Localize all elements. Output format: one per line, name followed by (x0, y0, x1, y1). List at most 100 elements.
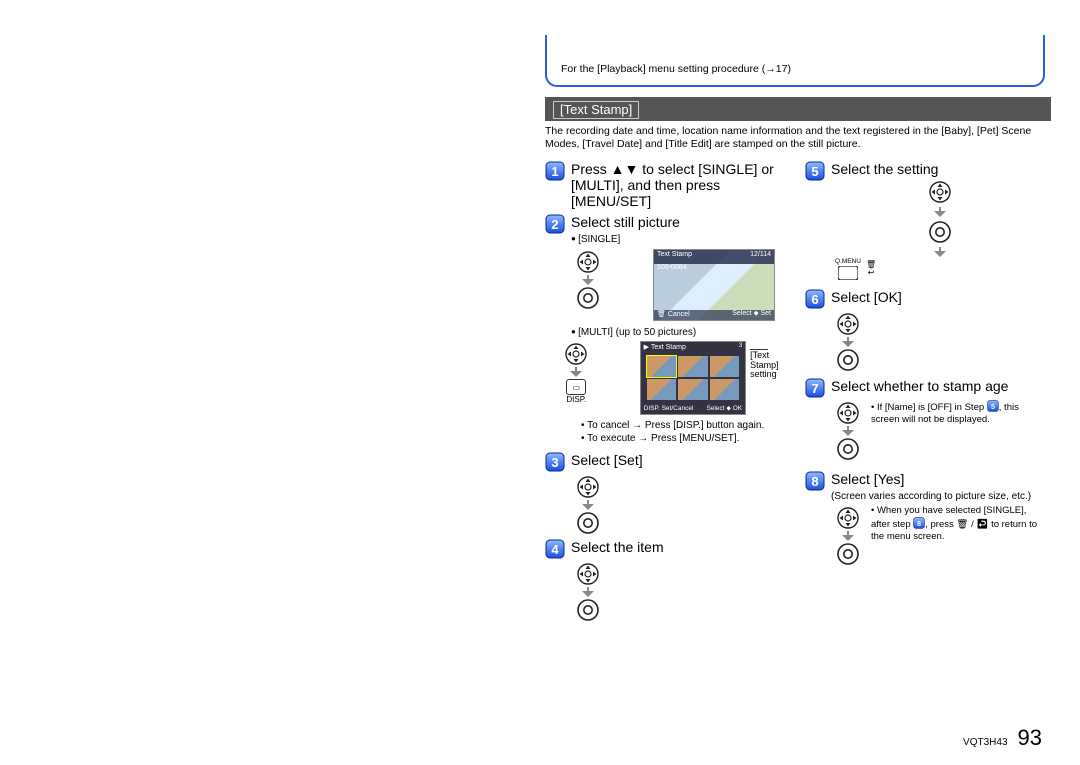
nav-step3 (575, 476, 601, 534)
manual-page: For the [Playback] menu setting procedur… (545, 35, 1045, 625)
step-7-text: Select whether to stamp age (831, 377, 1008, 394)
nav-single (575, 251, 601, 309)
svg-text:5: 5 (811, 164, 818, 179)
step-3: 3 Select [Set] (545, 451, 785, 472)
nav-step8 (835, 507, 861, 565)
step-badge-3-icon: 3 (545, 452, 565, 472)
svg-text:8: 8 (917, 519, 921, 528)
set-button-icon (577, 512, 599, 534)
page-number: 93 (1018, 725, 1042, 751)
thumb-single-folder: 100-0084 (657, 264, 687, 271)
thumbnail-multi: ▶ Text Stamp 3 DISP. Set/Cancel Select ⬥… (640, 341, 747, 415)
right-column: 5 Select the setting Q.MENU 🗑 ↩ (805, 156, 1045, 625)
nav-multi: ▭ DISP. (565, 343, 588, 404)
step-4: 4 Select the item (545, 538, 785, 559)
dpad-icon (837, 507, 859, 529)
dpad-icon (577, 476, 599, 498)
step-2-cancel-note: To cancel → Press [DISP.] button again. (581, 420, 785, 433)
doc-code: VQT3H43 (963, 737, 1007, 748)
nav-step6 (835, 313, 861, 371)
step-badge-7-icon: 7 (805, 378, 825, 398)
disp-label: DISP. (566, 396, 586, 404)
dpad-icon (565, 343, 587, 365)
svg-text:5: 5 (991, 402, 995, 411)
step-3-text: Select [Set] (571, 451, 643, 468)
dpad-icon (577, 251, 599, 273)
step-8-text: Select [Yes] (831, 470, 904, 487)
nav-step7 (835, 402, 861, 460)
set-button-icon (577, 599, 599, 621)
set-button-icon (837, 438, 859, 460)
down-arrow-icon (933, 207, 947, 217)
step-2-execute-note: To execute → Press [MENU/SET]. (581, 433, 785, 446)
thumbnail-single: Text Stamp 12/114 100-0084 🗑 Cancel Sele… (653, 249, 775, 321)
ref-badge-8-icon: 8 (913, 517, 925, 529)
step-badge-8-icon: 8 (805, 471, 825, 491)
step-7: 7 Select whether to stamp age (805, 377, 1045, 398)
down-arrow-icon (581, 500, 595, 510)
svg-text:8: 8 (811, 474, 818, 489)
svg-text:7: 7 (811, 381, 818, 396)
down-arrow-icon (569, 367, 583, 377)
step-8-sub: (Screen varies according to picture size… (831, 491, 1045, 504)
step-2-multi-label: [MULTI] (up to 50 pictures) (571, 327, 785, 340)
dpad-icon (929, 181, 951, 203)
step-6-text: Select [OK] (831, 288, 902, 305)
header-note-box: For the [Playback] menu setting procedur… (545, 35, 1045, 87)
svg-text:4: 4 (551, 542, 559, 557)
step-badge-4-icon: 4 (545, 539, 565, 559)
step-2-text: Select still picture (571, 213, 680, 230)
set-button-icon (929, 221, 951, 243)
step-8-row: When you have selected [SINGLE], after s… (831, 503, 1045, 569)
step-badge-1-icon: 1 (545, 161, 565, 181)
step-badge-2-icon: 2 (545, 214, 565, 234)
step-4-text: Select the item (571, 538, 664, 555)
section-title: [Text Stamp] (553, 101, 639, 119)
step-7-row: If [Name] is [OFF] in Step 5, this scree… (831, 398, 1045, 464)
svg-text:1: 1 (551, 164, 558, 179)
qmenu-row: Q.MENU 🗑 ↩ (835, 259, 1045, 280)
step-1-text: Press ▲▼ to select [SINGLE] or [MULTI], … (571, 160, 785, 209)
down-arrow-icon (841, 531, 855, 541)
svg-text:2: 2 (551, 217, 558, 232)
thumb-single-count: 12/114 (750, 251, 771, 263)
nav-step4 (575, 563, 601, 621)
nav-step5 (835, 181, 1045, 259)
step-badge-6-icon: 6 (805, 289, 825, 309)
dpad-icon (577, 563, 599, 585)
down-arrow-icon (581, 275, 595, 285)
set-button-icon (577, 287, 599, 309)
down-arrow-icon (581, 587, 595, 597)
down-arrow-icon (841, 426, 855, 436)
step-8-note: When you have selected [SINGLE], after s… (871, 505, 1045, 543)
step-5-text: Select the setting (831, 160, 938, 177)
disp-button-icon: ▭ (566, 379, 586, 395)
svg-text:3: 3 (551, 455, 558, 470)
header-note-text: For the [Playback] menu setting procedur… (561, 63, 791, 75)
set-button-icon (837, 543, 859, 565)
page-footer: VQT3H43 93 (963, 725, 1042, 751)
set-button-icon (837, 349, 859, 371)
down-arrow-icon (933, 247, 947, 257)
step-6: 6 Select [OK] (805, 288, 1045, 309)
step-7-note: If [Name] is [OFF] in Step 5, this scree… (871, 400, 1045, 426)
dpad-icon (837, 313, 859, 335)
down-arrow-icon (841, 337, 855, 347)
step-8: 8 Select [Yes] (805, 470, 1045, 491)
step-2-single-label: [SINGLE] (571, 234, 785, 247)
step-badge-5-icon: 5 (805, 161, 825, 181)
section-intro: The recording date and time, location na… (545, 125, 1045, 150)
multi-callout: [Text Stamp] setting (750, 349, 785, 379)
svg-text:6: 6 (811, 292, 818, 307)
instruction-columns: 1 Press ▲▼ to select [SINGLE] or [MULTI]… (545, 156, 1045, 625)
thumb-single-title: Text Stamp (657, 251, 692, 263)
step-1: 1 Press ▲▼ to select [SINGLE] or [MULTI]… (545, 160, 785, 209)
dpad-icon (837, 402, 859, 424)
step-5: 5 Select the setting (805, 160, 1045, 181)
step-2: 2 Select still picture (545, 213, 785, 234)
return-icon: ↩ (868, 269, 875, 277)
ref-badge-5-icon: 5 (987, 400, 999, 412)
qmenu-button-icon (838, 266, 858, 280)
section-title-bar: [Text Stamp] (545, 97, 1051, 121)
left-column: 1 Press ▲▼ to select [SINGLE] or [MULTI]… (545, 156, 785, 625)
